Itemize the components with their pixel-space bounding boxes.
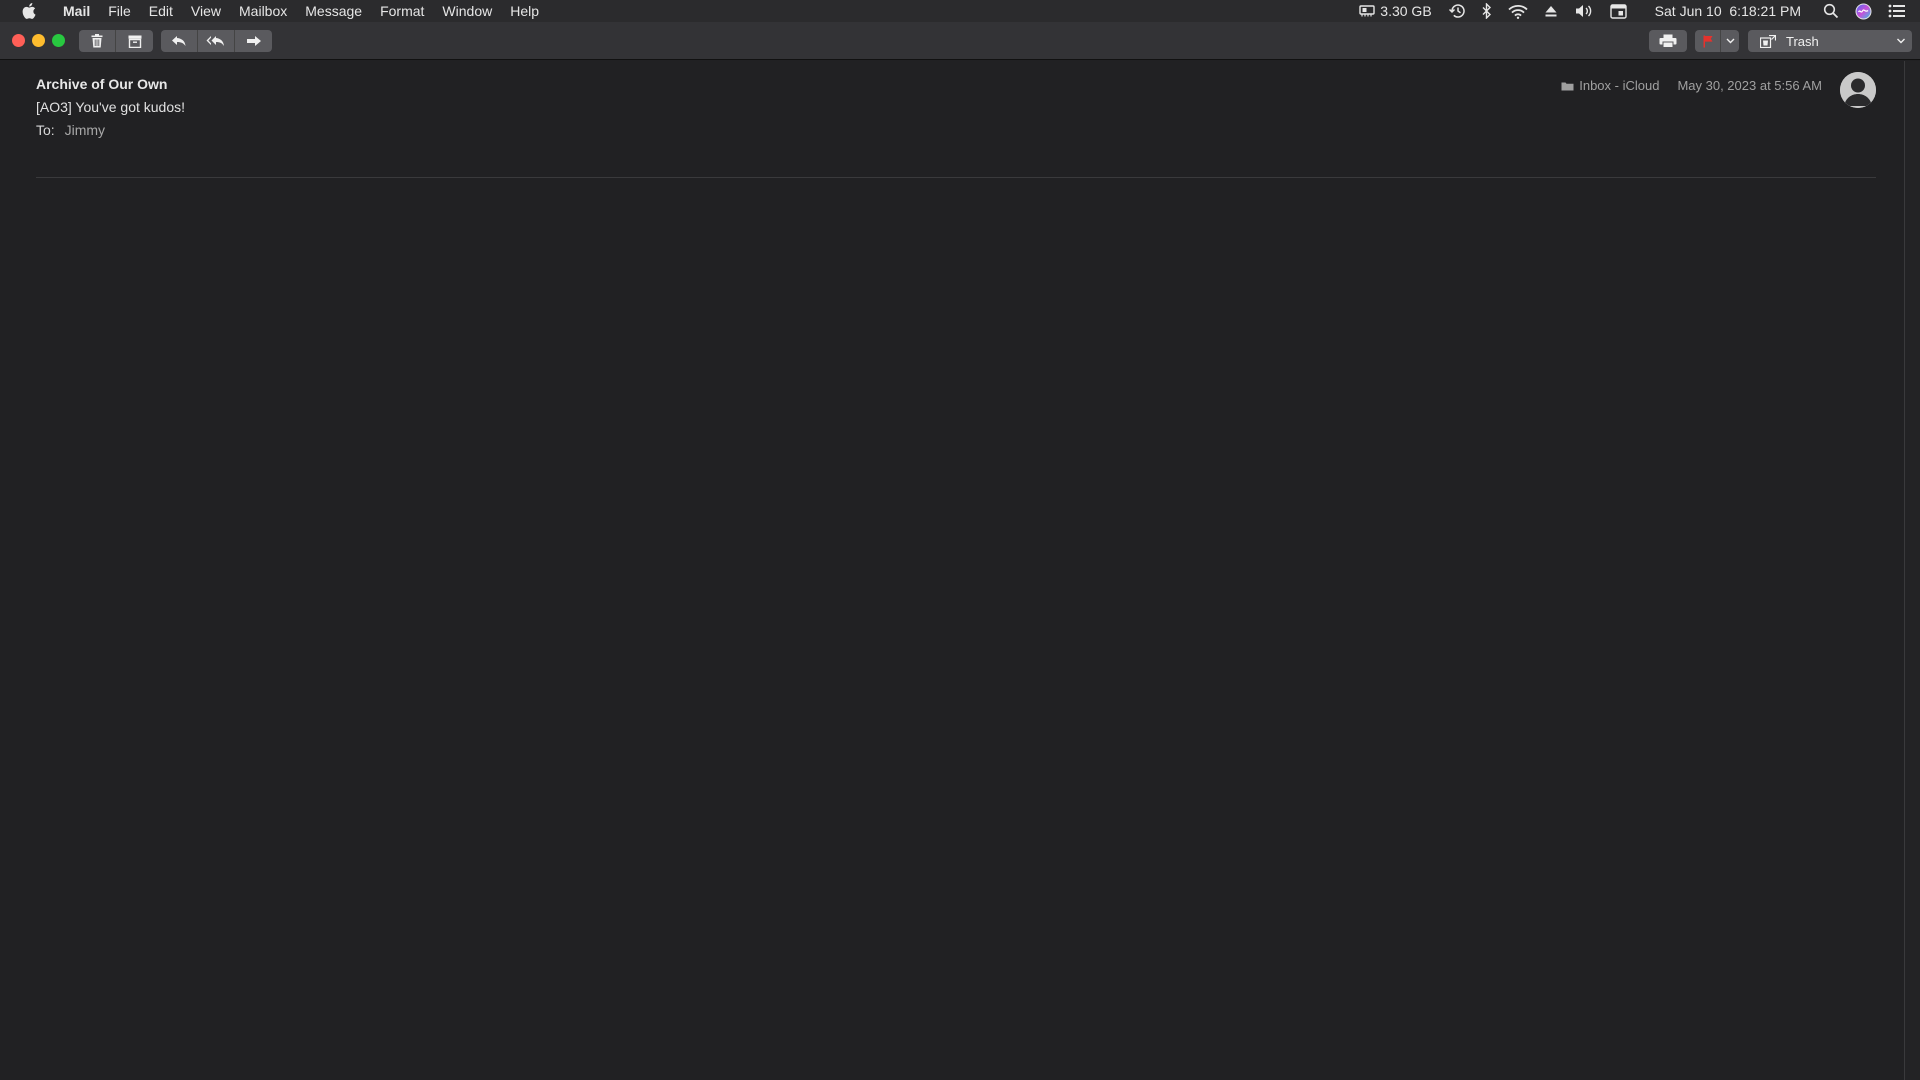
reply-all-button[interactable] [198, 30, 235, 52]
notification-center-icon[interactable] [1880, 0, 1906, 22]
window-toolbar: Trash [0, 22, 1920, 60]
sender-avatar [1840, 72, 1876, 108]
to-label: To: [36, 122, 55, 138]
chevron-down-icon [1726, 38, 1734, 44]
menu-help[interactable]: Help [501, 0, 548, 22]
menu-window[interactable]: Window [433, 0, 501, 22]
recipient-name[interactable]: Jimmy [65, 122, 105, 138]
clock-datetime[interactable]: Sat Jun 10 6:18:21 PM [1635, 0, 1815, 22]
menu-mailbox[interactable]: Mailbox [230, 0, 296, 22]
datetime-text: Sat Jun 10 6:18:21 PM [1654, 3, 1801, 19]
message-mailbox-location: Inbox - iCloud [1579, 78, 1660, 93]
reply-all-arrow-icon [206, 36, 224, 46]
flag-menu-button[interactable] [1721, 30, 1739, 52]
menu-file[interactable]: File [99, 0, 140, 22]
person-icon [1840, 72, 1876, 108]
flag-button[interactable] [1695, 30, 1721, 52]
move-to-mailbox-select[interactable]: Trash [1748, 30, 1912, 52]
sender-name[interactable]: Archive of Our Own [36, 76, 167, 92]
memory-status[interactable]: 3.30 GB [1351, 0, 1439, 22]
move-to-trash-icon [1760, 34, 1776, 48]
delete-button[interactable] [79, 30, 116, 52]
spotlight-search-icon[interactable] [1815, 0, 1847, 22]
red-flag-icon [1703, 35, 1712, 47]
menu-format[interactable]: Format [371, 0, 433, 22]
menu-view[interactable]: View [182, 0, 230, 22]
time-machine-icon[interactable] [1440, 0, 1474, 22]
menu-bar-status: 3.30 GB Sat Jun 10 6:18:21 PM [1351, 0, 1920, 22]
message-subject: [AO3] You've got kudos! [36, 99, 186, 115]
menu-bar: Mail File Edit View Mailbox Message Form… [0, 0, 1920, 22]
window-close-button[interactable] [12, 34, 25, 47]
recipient-row: To: Jimmy [36, 122, 105, 138]
folder-icon [1561, 81, 1574, 91]
print-button[interactable] [1649, 30, 1687, 52]
message-header: Archive of Our Own [AO3] You've got kudo… [36, 72, 1876, 178]
volume-icon[interactable] [1566, 0, 1602, 22]
reply-button[interactable] [161, 30, 198, 52]
siri-icon[interactable] [1847, 0, 1880, 22]
memory-value: 3.30 GB [1380, 3, 1432, 19]
window-zoom-button[interactable] [52, 34, 65, 47]
reply-forward-group [161, 30, 272, 52]
delete-archive-group [79, 30, 153, 52]
mail-message-window: Trash Archive of Our Own [AO3] You've go… [0, 22, 1920, 1080]
archive-button[interactable] [116, 30, 153, 52]
wifi-icon[interactable] [1500, 0, 1536, 22]
menu-edit[interactable]: Edit [140, 0, 182, 22]
message-date: May 30, 2023 at 5:56 AM [1677, 78, 1822, 93]
menu-message[interactable]: Message [296, 0, 371, 22]
reply-arrow-icon [172, 36, 186, 46]
forward-button[interactable] [235, 30, 272, 52]
printer-icon [1659, 34, 1677, 48]
forward-arrow-icon [246, 36, 261, 46]
bluetooth-icon[interactable] [1474, 0, 1500, 22]
window-minimize-button[interactable] [32, 34, 45, 47]
apple-menu-icon[interactable] [18, 3, 40, 19]
flag-group [1695, 30, 1739, 52]
menu-app-mail[interactable]: Mail [54, 0, 99, 22]
menu-bar-left: Mail File Edit View Mailbox Message Form… [0, 0, 548, 22]
chevron-down-icon [1896, 35, 1906, 47]
print-group [1649, 30, 1687, 52]
memory-chip-icon [1359, 5, 1375, 17]
scrollbar-track[interactable] [1904, 61, 1920, 1080]
trash-icon [91, 34, 103, 48]
mailbox-select-value: Trash [1786, 33, 1819, 49]
message-meta: Inbox - iCloud May 30, 2023 at 5:56 AM [1561, 78, 1822, 93]
archive-box-icon [128, 35, 141, 48]
eject-icon[interactable] [1536, 0, 1566, 22]
calendar-icon[interactable] [1602, 0, 1635, 22]
